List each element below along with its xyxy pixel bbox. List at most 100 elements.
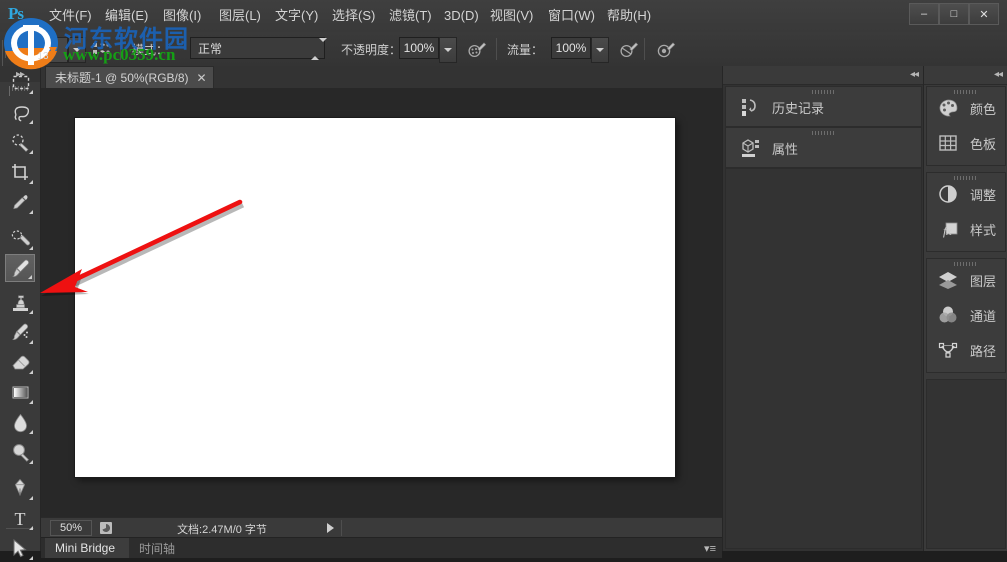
layers-icon	[939, 272, 957, 289]
photoshop-window: Ps 文件(F) 编辑(E) 图像(I) 图层(L) 文字(Y) 选择(S) 滤镜(T) 3D…	[0, 0, 1007, 560]
panel-group-gripper[interactable]	[812, 90, 836, 94]
path-selection-tool[interactable]	[5, 534, 35, 562]
channels-panel-button[interactable]: 通道	[938, 305, 996, 326]
collapse-dock-middle-icon[interactable]: ◂◂	[910, 70, 919, 80]
toggle-brush-panel-button[interactable]	[88, 37, 114, 61]
lasso-tool[interactable]	[5, 98, 35, 126]
menu-item-5[interactable]: 选择(S)	[329, 6, 378, 26]
layers-panel-button[interactable]: 图层	[938, 270, 996, 291]
blur-icon	[13, 413, 27, 432]
tablet-pressure-opacity-icon	[468, 42, 487, 57]
tool-flyout-triangle-icon	[29, 430, 33, 434]
pressure-controls-size-button[interactable]	[653, 37, 679, 61]
photoshop-logo: Ps	[8, 4, 24, 23]
menu-item-7[interactable]: 3D(D)	[441, 6, 482, 26]
type-tool[interactable]: T	[5, 504, 35, 532]
color-panel-button[interactable]: 颜色	[938, 98, 996, 119]
menu-item-3[interactable]: 图层(L)	[216, 6, 264, 26]
properties-panel-row[interactable]: 属性	[740, 138, 798, 159]
rectangular-marquee-tool[interactable]	[5, 68, 35, 96]
menu-item-6[interactable]: 滤镜(T)	[386, 6, 435, 26]
opacity-input[interactable]: 100%	[399, 37, 439, 59]
document-tab-title: 未标题-1 @ 50%(RGB/8)	[55, 71, 189, 85]
tool-flyout-triangle-icon	[29, 556, 33, 560]
blend-mode-select[interactable]: 正常	[190, 37, 327, 60]
gradient-icon	[12, 386, 28, 398]
eraser-icon	[12, 355, 29, 369]
eyedropper-tool[interactable]	[5, 188, 35, 216]
menu-item-9[interactable]: 窗口(W)	[545, 6, 598, 26]
panel-label: 通道	[970, 309, 997, 324]
menu-item-0[interactable]: 文件(F)	[46, 6, 95, 26]
brush-tool[interactable]	[5, 254, 35, 282]
close-button[interactable]: ✕	[969, 3, 999, 25]
dodge-tool[interactable]	[5, 438, 35, 466]
bottom-tab-1[interactable]: 时间轴	[129, 538, 191, 558]
pen-icon	[14, 478, 25, 496]
move-tool[interactable]	[5, 34, 35, 62]
options-separator-3	[644, 38, 645, 60]
tool-flyout-triangle-icon	[29, 180, 33, 184]
tool-flyout-triangle-icon	[28, 275, 32, 279]
document-area: 未标题-1 @ 50%(RGB/8) ✕ 50% 文档:2.47M/0 字节 M…	[41, 66, 722, 558]
swatches-panel-button[interactable]: 色板	[938, 133, 996, 154]
brush-preset-dropdown-button[interactable]	[68, 37, 86, 63]
quick-selection-icon	[11, 133, 28, 152]
panel-group-gripper[interactable]	[954, 90, 978, 94]
status-bar: 50% 文档:2.47M/0 字节	[41, 517, 722, 538]
collapse-dock-right-icon[interactable]: ◂◂	[994, 70, 1003, 80]
flow-dropdown-button[interactable]	[591, 37, 609, 63]
menu-item-4[interactable]: 文字(Y)	[272, 6, 321, 26]
paths-panel-button[interactable]: 路径	[938, 340, 996, 361]
chevron-down-icon	[73, 48, 81, 52]
quick-selection-tool[interactable]	[5, 128, 35, 156]
tool-flyout-triangle-icon	[29, 150, 33, 154]
menu-item-8[interactable]: 视图(V)	[487, 6, 536, 26]
panel-group-gripper[interactable]	[954, 176, 978, 180]
opacity-dropdown-button[interactable]	[439, 37, 457, 63]
bottom-tab-label: Mini Bridge	[55, 541, 116, 555]
brush-panel-icon	[93, 43, 110, 54]
document-tab-close-icon[interactable]: ✕	[197, 72, 207, 84]
zoom-level-input[interactable]: 50%	[50, 520, 92, 536]
menu-item-10[interactable]: 帮助(H)	[604, 6, 654, 26]
panel-group-gripper[interactable]	[954, 262, 978, 266]
status-menu-arrow-icon[interactable]	[327, 523, 334, 533]
document-tab[interactable]: 未标题-1 @ 50%(RGB/8) ✕	[45, 66, 214, 88]
channels-icon	[939, 306, 957, 323]
pen-tool[interactable]	[5, 474, 35, 502]
tool-flyout-triangle-icon	[29, 370, 33, 374]
bottom-panel-menu-icon[interactable]: ▾≡	[704, 542, 716, 555]
move-icon	[12, 39, 31, 55]
flow-input[interactable]: 100%	[551, 37, 591, 59]
canvas-viewport[interactable]	[41, 88, 722, 517]
gradient-tool[interactable]	[5, 378, 35, 406]
zoom-level-value: 50%	[59, 522, 83, 534]
dock-header-right: ◂◂	[924, 66, 1007, 85]
crop-icon	[11, 163, 28, 180]
minimize-button[interactable]: –	[909, 3, 939, 25]
styles-panel-button[interactable]: fx 样式	[938, 219, 996, 240]
pressure-controls-opacity-button[interactable]	[464, 37, 490, 61]
menu-item-1[interactable]: 编辑(E)	[102, 6, 151, 26]
menu-item-2[interactable]: 图像(I)	[160, 6, 204, 26]
tool-flyout-triangle-icon	[29, 400, 33, 404]
crop-tool[interactable]	[5, 158, 35, 186]
maximize-button[interactable]: □	[939, 3, 969, 25]
eraser-tool[interactable]	[5, 348, 35, 376]
spot-healing-brush-tool[interactable]	[5, 224, 35, 252]
panel-group-gripper[interactable]	[812, 131, 836, 135]
airbrush-button[interactable]	[616, 37, 642, 61]
clone-stamp-tool[interactable]	[5, 288, 35, 316]
bottom-tab-0[interactable]: Mini Bridge	[45, 538, 129, 558]
canvas-document[interactable]	[75, 118, 675, 477]
tool-flyout-triangle-icon	[29, 340, 33, 344]
flow-label: 流量：	[507, 43, 544, 57]
panel-label: 属性	[772, 142, 799, 157]
blur-tool[interactable]	[5, 408, 35, 436]
adjustments-panel-button[interactable]: 调整	[938, 184, 996, 205]
maximize-icon: □	[950, 8, 958, 20]
history-panel-row[interactable]: 历史记录	[740, 97, 824, 118]
dock-right-empty-area	[926, 379, 1006, 549]
history-brush-tool[interactable]	[5, 318, 35, 346]
